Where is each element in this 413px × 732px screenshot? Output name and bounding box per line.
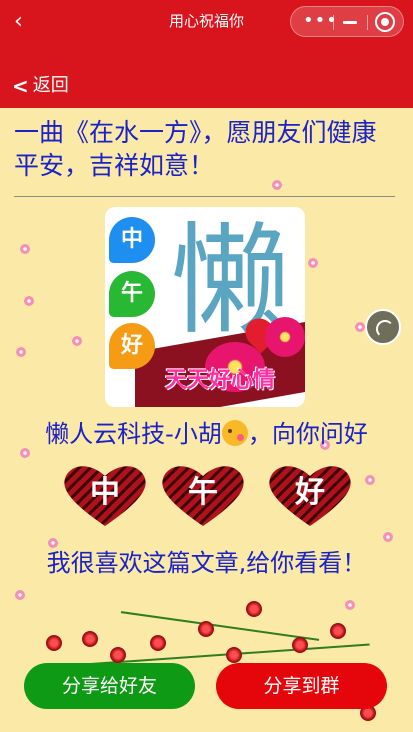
image-bubble: 中	[109, 217, 155, 263]
divider	[14, 196, 395, 197]
floating-music-button[interactable]	[365, 309, 401, 345]
heart-text: 好	[295, 475, 325, 510]
sender-greeting: ，向你问好	[247, 420, 368, 448]
sender-line: 懒人云科技-小胡 ，向你问好	[0, 418, 413, 450]
back-label: 返回	[32, 75, 69, 96]
share-to-group-button[interactable]: 分享到群	[216, 663, 387, 709]
image-greeting: 天天好心情	[164, 368, 275, 393]
sender-name: 懒人云科技-小胡	[45, 420, 222, 448]
minus-icon[interactable]	[341, 13, 359, 31]
target-icon[interactable]	[375, 12, 395, 32]
image-bubble: 午	[109, 271, 155, 317]
share-to-friend-button[interactable]: 分享给好友	[24, 663, 195, 709]
kiss-emoji-icon	[221, 420, 248, 446]
chevron-left-icon: <	[12, 74, 29, 98]
heart-badge: 好	[265, 462, 355, 528]
capsule-divider	[367, 15, 368, 30]
message-text: 我很喜欢这篇文章,给你看看！	[46, 549, 367, 577]
headline-text: 一曲《在水一方》，愿朋友们健康平安，吉祥如意！	[14, 118, 377, 180]
page-header: < 返回	[0, 44, 413, 108]
mini-program-topbar: ‹ 用心祝福你 •••	[0, 0, 413, 44]
capsule-menu: •••	[290, 6, 404, 37]
heart-row: 中 午 好	[0, 462, 413, 532]
more-dots-icon[interactable]: •••	[303, 12, 337, 30]
heart-text: 中	[90, 475, 120, 510]
heart-text: 午	[188, 475, 218, 510]
capsule-divider	[333, 15, 334, 30]
heart-badge: 午	[158, 462, 248, 528]
image-bubble: 好	[109, 323, 155, 369]
back-button[interactable]: < 返回	[12, 74, 69, 98]
greeting-image[interactable]: 懒 中 午 好 天天好心情	[105, 207, 305, 407]
heart-badge: 中	[60, 462, 150, 528]
image-flower	[265, 317, 305, 357]
